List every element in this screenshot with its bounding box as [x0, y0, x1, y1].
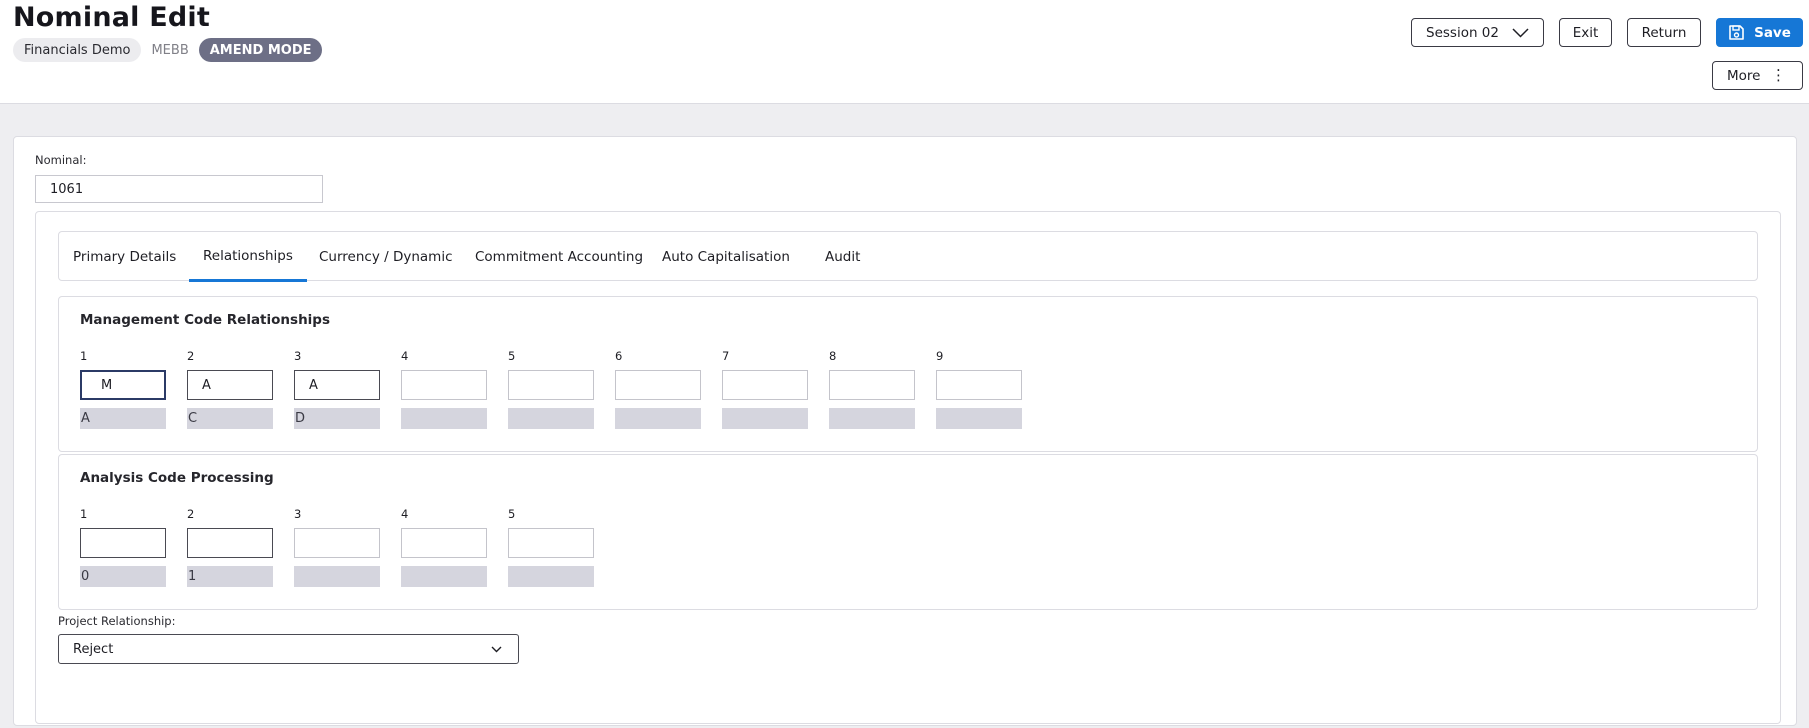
mgmt-code-description: D	[294, 408, 380, 429]
mgmt-code-input[interactable]: A	[187, 370, 273, 400]
mgmt-code-description: A	[80, 408, 166, 429]
mgmt-code-description	[936, 408, 1022, 429]
analysis-code-input[interactable]	[401, 528, 487, 558]
page-title: Nominal Edit	[13, 2, 210, 33]
mgmt-code-description	[401, 408, 487, 429]
mgmt-code-input[interactable]	[615, 370, 701, 400]
mgmt-code-input[interactable]	[829, 370, 915, 400]
analysis-code-description	[401, 566, 487, 587]
session-label: Session 02	[1426, 24, 1499, 41]
mgmt-code-description	[722, 408, 808, 429]
project-relationship-label: Project Relationship:	[58, 614, 176, 628]
analysis-code-description	[508, 566, 594, 587]
nominal-input[interactable]: 1061	[35, 175, 323, 203]
analysis-field-number: 5	[508, 507, 516, 521]
mgmt-code-input[interactable]: A	[294, 370, 380, 400]
analysis-field-number: 1	[80, 507, 88, 521]
context-chips: Financials Demo MEBB AMEND MODE	[13, 38, 323, 62]
chevron-down-icon	[1512, 28, 1529, 38]
tab-audit[interactable]: Audit	[811, 232, 874, 282]
management-section-title: Management Code Relationships	[80, 312, 331, 328]
tab-commitment-accounting[interactable]: Commitment Accounting	[461, 232, 657, 282]
tab-bar: Primary Details Relationships Currency /…	[58, 231, 1758, 282]
mgmt-code-description: C	[187, 408, 273, 429]
mgmt-field-number: 6	[615, 349, 623, 363]
floppy-disk-icon	[1729, 25, 1744, 40]
mgmt-code-input[interactable]	[722, 370, 808, 400]
mgmt-field-number: 3	[294, 349, 302, 363]
management-code-section: Management Code Relationships 1 M A 2 A …	[58, 296, 1758, 452]
page-header: Nominal Edit Financials Demo MEBB AMEND …	[0, 0, 1809, 104]
nominal-label: Nominal:	[35, 153, 87, 167]
save-button[interactable]: Save	[1716, 18, 1803, 47]
analysis-code-input[interactable]	[508, 528, 594, 558]
analysis-code-input[interactable]	[80, 528, 166, 558]
mgmt-code-input[interactable]	[401, 370, 487, 400]
tab-relationships[interactable]: Relationships	[189, 232, 307, 282]
tab-auto-capitalisation[interactable]: Auto Capitalisation	[648, 232, 804, 282]
more-button[interactable]: More ⋮	[1712, 61, 1803, 90]
analysis-code-description: 0	[80, 566, 166, 587]
exit-button[interactable]: Exit	[1559, 18, 1612, 47]
session-dropdown-button[interactable]: Session 02	[1411, 18, 1544, 47]
analysis-code-description: 1	[187, 566, 273, 587]
mgmt-code-input[interactable]: M	[80, 370, 166, 400]
save-label: Save	[1754, 24, 1791, 41]
project-relationship-value: Reject	[73, 641, 114, 657]
tab-primary-details[interactable]: Primary Details	[59, 232, 190, 282]
mgmt-field-number: 2	[187, 349, 195, 363]
analysis-code-input[interactable]	[187, 528, 273, 558]
mgmt-code-description	[508, 408, 594, 429]
return-button[interactable]: Return	[1627, 18, 1701, 47]
more-label: More	[1727, 67, 1761, 84]
mgmt-field-number: 5	[508, 349, 516, 363]
chevron-down-icon	[491, 646, 502, 653]
analysis-field-number: 3	[294, 507, 302, 521]
mgmt-code-description	[615, 408, 701, 429]
mgmt-field-number: 4	[401, 349, 409, 363]
mgmt-field-number: 7	[722, 349, 730, 363]
tab-currency-dynamic[interactable]: Currency / Dynamic	[305, 232, 467, 282]
mgmt-field-number: 9	[936, 349, 944, 363]
mgmt-code-description	[829, 408, 915, 429]
mgmt-code-input[interactable]	[936, 370, 1022, 400]
company-code: MEBB	[151, 42, 189, 58]
vertical-dots-icon: ⋮	[1771, 66, 1786, 84]
mode-badge: AMEND MODE	[198, 38, 323, 62]
analysis-code-description	[294, 566, 380, 587]
mgmt-field-number: 1	[80, 349, 88, 363]
analysis-field-number: 4	[401, 507, 409, 521]
mgmt-field-number: 8	[829, 349, 837, 363]
analysis-field-number: 2	[187, 507, 195, 521]
project-relationship-select[interactable]: Reject	[58, 634, 519, 664]
company-chip: Financials Demo	[13, 38, 142, 62]
analysis-code-input[interactable]	[294, 528, 380, 558]
mgmt-code-input[interactable]	[508, 370, 594, 400]
analysis-code-section: Analysis Code Processing 1 0 2 1 3 4 5	[58, 454, 1758, 610]
analysis-section-title: Analysis Code Processing	[80, 470, 274, 486]
